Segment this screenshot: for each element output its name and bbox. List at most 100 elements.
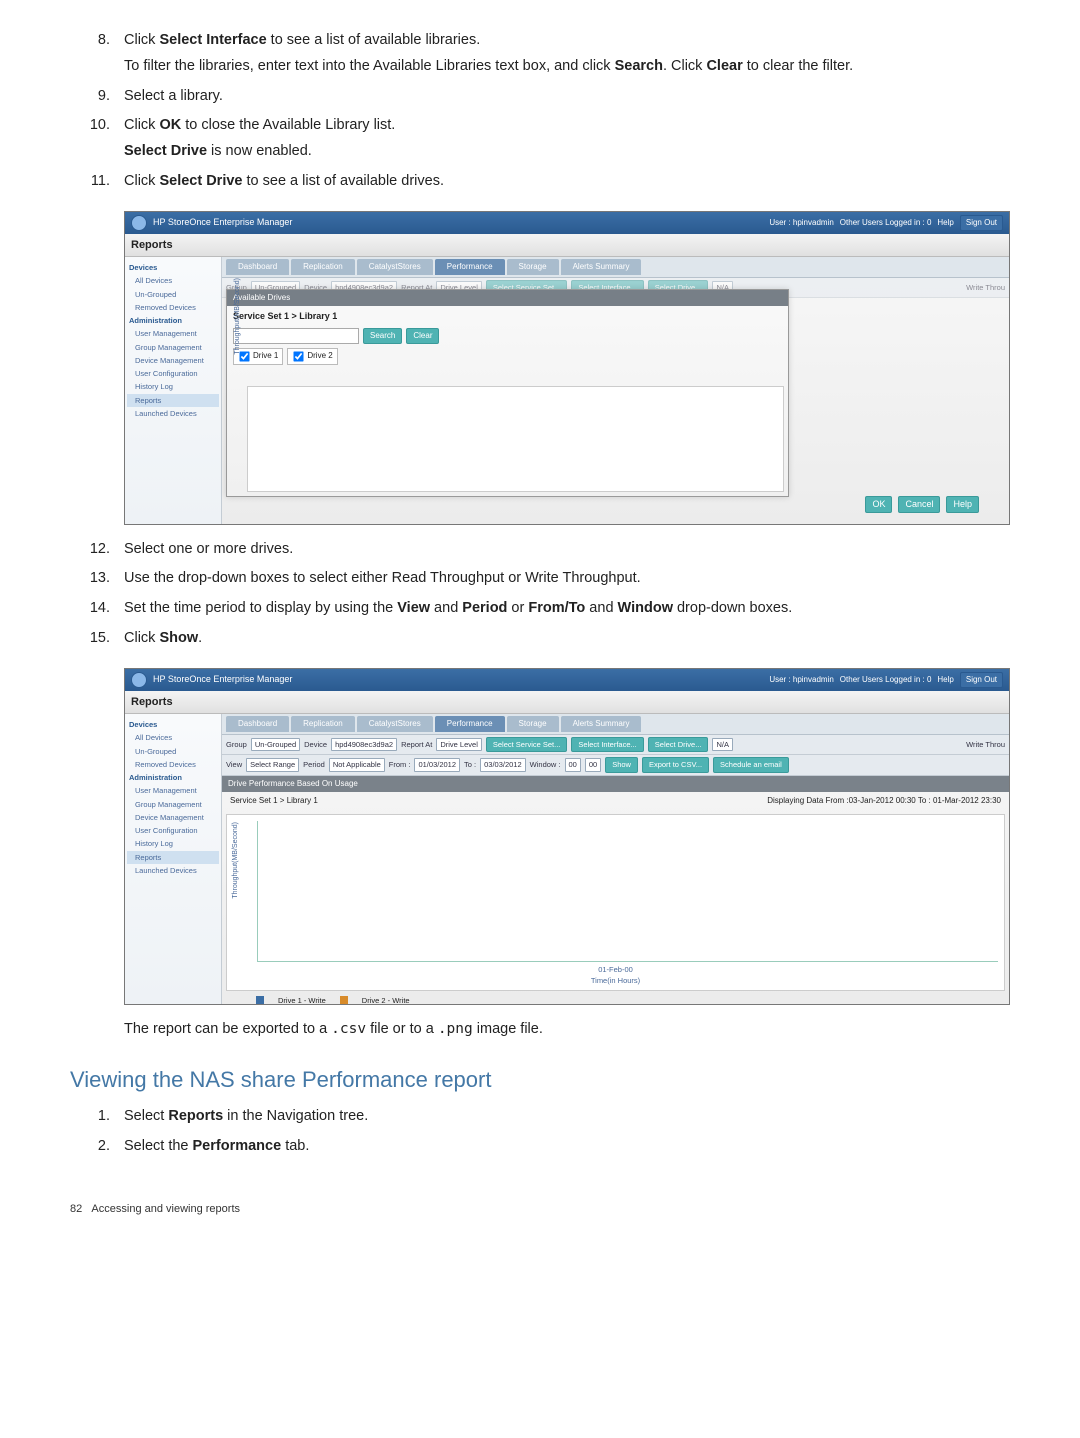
reportat-select[interactable]: Drive Level bbox=[436, 738, 482, 751]
sidebar-groupmgmt[interactable]: Group Management bbox=[127, 341, 219, 354]
screenshot-drive-performance: HP StoreOnce Enterprise Manager User : h… bbox=[124, 668, 1010, 1005]
window-titlebar: HP StoreOnce Enterprise Manager User : h… bbox=[125, 669, 1009, 691]
instruction-step: 11.Click Select Drive to see a list of a… bbox=[70, 171, 1010, 197]
user-label: User : hpinvadmin bbox=[769, 217, 833, 229]
instruction-step: 14.Set the time period to display by usi… bbox=[70, 598, 1010, 624]
sidebar-usercfg[interactable]: User Configuration bbox=[127, 824, 219, 837]
instruction-step: 2.Select the Performance tab. bbox=[70, 1136, 1010, 1162]
sidebar-usermgmt[interactable]: User Management bbox=[127, 327, 219, 340]
sign-out-button[interactable]: Sign Out bbox=[960, 215, 1003, 231]
help-link[interactable]: Help bbox=[937, 217, 953, 229]
throughput-chart: Throughput(MB/Second) 01-Feb-00 Time(in … bbox=[226, 814, 1005, 991]
tab-performance[interactable]: Performance bbox=[435, 716, 505, 732]
tab-alerts[interactable]: Alerts Summary bbox=[561, 259, 642, 275]
tab-catalyst[interactable]: CatalystStores bbox=[357, 259, 433, 275]
sidebar-removed[interactable]: Removed Devices bbox=[127, 301, 219, 314]
tab-replication[interactable]: Replication bbox=[291, 716, 355, 732]
select-service-set-button[interactable]: Select Service Set... bbox=[486, 737, 568, 752]
search-button[interactable]: Search bbox=[363, 328, 402, 344]
instruction-step: 8.Click Select Interface to see a list o… bbox=[70, 30, 1010, 82]
sidebar-launched[interactable]: Launched Devices bbox=[127, 864, 219, 877]
user-label: User : hpinvadmin bbox=[769, 674, 833, 686]
na-select[interactable]: N/A bbox=[712, 738, 733, 751]
tab-replication[interactable]: Replication bbox=[291, 259, 355, 275]
clear-button[interactable]: Clear bbox=[406, 328, 439, 344]
tab-storage[interactable]: Storage bbox=[507, 716, 559, 732]
to-date[interactable]: 03/03/2012 bbox=[480, 758, 526, 771]
schedule-email-button[interactable]: Schedule an email bbox=[713, 757, 789, 772]
window-hh[interactable]: 00 bbox=[565, 758, 581, 771]
chart-x-tick: 01-Feb-00 bbox=[227, 964, 1004, 975]
drive-checkbox-2[interactable]: Drive 2 bbox=[287, 348, 337, 365]
tab-dashboard[interactable]: Dashboard bbox=[226, 259, 289, 275]
window-mm[interactable]: 00 bbox=[585, 758, 601, 771]
window-titlebar: HP StoreOnce Enterprise Manager User : h… bbox=[125, 212, 1009, 234]
chart-ylabel: Throughput(MB/Second) bbox=[231, 822, 242, 899]
chart-breadcrumb: Service Set 1 > Library 1 bbox=[230, 795, 318, 807]
available-drives-dialog: Available Drives Service Set 1 > Library… bbox=[226, 289, 789, 497]
ok-button[interactable]: OK bbox=[865, 496, 892, 514]
export-csv-button[interactable]: Export to CSV... bbox=[642, 757, 709, 772]
help-button[interactable]: Help bbox=[946, 496, 979, 514]
app-title: HP StoreOnce Enterprise Manager bbox=[153, 216, 292, 230]
show-button[interactable]: Show bbox=[605, 757, 638, 772]
tab-dashboard[interactable]: Dashboard bbox=[226, 716, 289, 732]
sidebar-usercfg[interactable]: User Configuration bbox=[127, 367, 219, 380]
sidebar-removed[interactable]: Removed Devices bbox=[127, 758, 219, 771]
sidebar-history[interactable]: History Log bbox=[127, 380, 219, 393]
filter-input[interactable] bbox=[233, 328, 359, 344]
group-select[interactable]: Un-Grouped bbox=[251, 738, 300, 751]
sidebar-history[interactable]: History Log bbox=[127, 837, 219, 850]
nav-tree[interactable]: Devices All Devices Un-Grouped Removed D… bbox=[125, 257, 222, 525]
filters-row-1: GroupUn-Grouped Devicehpd4908ec3d9a2 Rep… bbox=[222, 735, 1009, 755]
tabs: Dashboard Replication CatalystStores Per… bbox=[222, 257, 1009, 278]
help-link[interactable]: Help bbox=[937, 674, 953, 686]
sidebar-all-devices[interactable]: All Devices bbox=[127, 274, 219, 287]
sidebar-groupmgmt[interactable]: Group Management bbox=[127, 798, 219, 811]
view-select[interactable]: Select Range bbox=[246, 758, 299, 771]
device-select[interactable]: hpd4908ec3d9a2 bbox=[331, 738, 397, 751]
instruction-step: 13.Use the drop-down boxes to select eit… bbox=[70, 568, 1010, 594]
sidebar-launched[interactable]: Launched Devices bbox=[127, 407, 219, 420]
chart-ylabel: Throughput(MB/Second) bbox=[233, 278, 244, 355]
tab-alerts[interactable]: Alerts Summary bbox=[561, 716, 642, 732]
sidebar-devices[interactable]: Devices bbox=[127, 261, 219, 274]
sidebar-devmgmt[interactable]: Device Management bbox=[127, 354, 219, 367]
instruction-step: 12.Select one or more drives. bbox=[70, 539, 1010, 565]
sidebar-ungrouped[interactable]: Un-Grouped bbox=[127, 745, 219, 758]
from-date[interactable]: 01/03/2012 bbox=[414, 758, 460, 771]
tabs: Dashboard Replication CatalystStores Per… bbox=[222, 714, 1009, 735]
page-title: Reports bbox=[125, 234, 1009, 258]
sidebar-usermgmt[interactable]: User Management bbox=[127, 784, 219, 797]
select-interface-button[interactable]: Select Interface... bbox=[571, 737, 643, 752]
sidebar-reports[interactable]: Reports bbox=[127, 394, 219, 407]
sidebar-all-devices[interactable]: All Devices bbox=[127, 731, 219, 744]
tab-performance[interactable]: Performance bbox=[435, 259, 505, 275]
sidebar-reports[interactable]: Reports bbox=[127, 851, 219, 864]
instruction-step: 10.Click OK to close the Available Libra… bbox=[70, 115, 1010, 167]
filters-row-2: ViewSelect Range PeriodNot Applicable Fr… bbox=[222, 755, 1009, 775]
period-select[interactable]: Not Applicable bbox=[329, 758, 385, 771]
sidebar-ungrouped[interactable]: Un-Grouped bbox=[127, 288, 219, 301]
sidebar-admin[interactable]: Administration bbox=[127, 314, 219, 327]
section-heading: Viewing the NAS share Performance report bbox=[70, 1063, 1010, 1096]
hp-logo-icon bbox=[131, 672, 147, 688]
tab-catalyst[interactable]: CatalystStores bbox=[357, 716, 433, 732]
nav-tree[interactable]: Devices All Devices Un-Grouped Removed D… bbox=[125, 714, 222, 1005]
other-users-label: Other Users Logged in : 0 bbox=[840, 674, 932, 686]
export-note: The report can be exported to a .csv fil… bbox=[124, 1019, 1010, 1041]
select-drive-button[interactable]: Select Drive... bbox=[648, 737, 709, 752]
chart-range-note: Displaying Data From :03-Jan-2012 00:30 … bbox=[767, 795, 1001, 807]
sidebar-admin[interactable]: Administration bbox=[127, 771, 219, 784]
screenshot-available-drives: HP StoreOnce Enterprise Manager User : h… bbox=[124, 211, 1010, 525]
sidebar-devmgmt[interactable]: Device Management bbox=[127, 811, 219, 824]
chart-x-axis-label: Time(in Hours) bbox=[227, 975, 1004, 986]
sidebar-devices[interactable]: Devices bbox=[127, 718, 219, 731]
chart-legend: Drive 1 - Write Drive 2 - Write bbox=[256, 995, 1001, 1005]
instruction-step: 9.Select a library. bbox=[70, 86, 1010, 112]
breadcrumb: Service Set 1 > Library 1 bbox=[233, 310, 782, 324]
sign-out-button[interactable]: Sign Out bbox=[960, 672, 1003, 688]
cancel-button[interactable]: Cancel bbox=[898, 496, 940, 514]
page-footer: 82 Accessing and viewing reports bbox=[70, 1201, 1010, 1218]
tab-storage[interactable]: Storage bbox=[507, 259, 559, 275]
